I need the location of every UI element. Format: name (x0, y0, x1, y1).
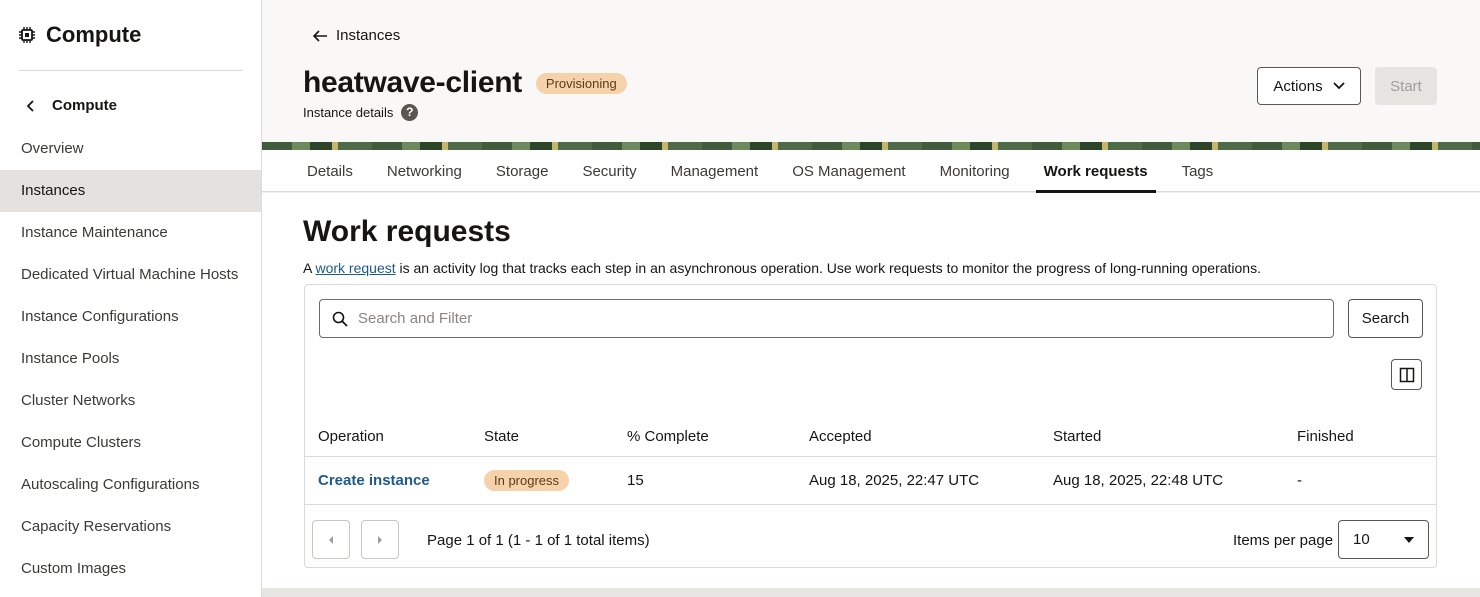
arrow-left-icon (312, 29, 327, 42)
sidebar-item-cluster-networks[interactable]: Cluster Networks (0, 380, 261, 422)
pagination: Page 1 of 1 (1 - 1 of 1 total items) Ite… (305, 520, 1436, 560)
sidebar-item-instance-configurations[interactable]: Instance Configurations (0, 296, 261, 338)
tab-management[interactable]: Management (663, 150, 767, 192)
actions-label: Actions (1273, 77, 1323, 95)
sidebar-back-label: Compute (52, 97, 117, 114)
caret-down-icon (1404, 536, 1414, 543)
brand-title: Compute (46, 22, 142, 47)
breadcrumb[interactable]: Instances (312, 27, 400, 44)
tab-os-management[interactable]: OS Management (784, 150, 913, 192)
work-requests-table: Operation State % Complete Accepted Star… (305, 416, 1436, 505)
prev-page-button[interactable] (312, 520, 350, 559)
accepted-cell: Aug 18, 2025, 22:47 UTC (809, 472, 980, 489)
caret-right-icon (378, 535, 382, 544)
finished-cell: - (1297, 472, 1302, 489)
sidebar-item-autoscaling-configurations[interactable]: Autoscaling Configurations (0, 464, 261, 506)
tab-networking[interactable]: Networking (379, 150, 470, 192)
sidebar: Compute Compute Overview Instances Insta… (0, 0, 262, 597)
page-info: Page 1 of 1 (1 - 1 of 1 total items) (427, 532, 650, 549)
title-row: heatwave-client Provisioning (303, 66, 627, 100)
section-title: Work requests (303, 215, 511, 248)
col-percent-complete[interactable]: % Complete (614, 428, 796, 445)
sidebar-item-instance-pools[interactable]: Instance Pools (0, 338, 261, 380)
table-row: Create instance In progress 15 Aug 18, 2… (305, 457, 1436, 505)
started-cell: Aug 18, 2025, 22:48 UTC (1053, 472, 1224, 489)
tab-bar: Details Networking Storage Security Mana… (262, 150, 1480, 193)
divider (18, 70, 243, 71)
page-subtitle: Instance details ? (303, 104, 419, 121)
tab-details[interactable]: Details (299, 150, 361, 192)
sidebar-item-compute-clusters[interactable]: Compute Clusters (0, 422, 261, 464)
sidebar-item-capacity-reservations[interactable]: Capacity Reservations (0, 506, 261, 548)
brand: Compute (18, 22, 141, 48)
start-button[interactable]: Start (1375, 67, 1437, 105)
chevron-left-icon (26, 99, 34, 112)
tab-tags[interactable]: Tags (1174, 150, 1222, 192)
percent-complete-cell: 15 (627, 472, 644, 489)
tab-storage[interactable]: Storage (488, 150, 557, 192)
sidebar-item-custom-images[interactable]: Custom Images (0, 548, 261, 590)
section-description: A work request is an activity log that t… (303, 260, 1261, 276)
next-page-button[interactable] (361, 520, 399, 559)
sidebar-back-link[interactable]: Compute (26, 97, 117, 114)
tab-security[interactable]: Security (574, 150, 644, 192)
work-requests-card: Search Operation State % Complete Accept… (304, 284, 1437, 568)
subtitle-text: Instance details (303, 105, 394, 120)
search-icon (332, 311, 348, 327)
tab-work-requests[interactable]: Work requests (1035, 150, 1156, 193)
operation-link[interactable]: Create instance (318, 472, 430, 489)
tab-monitoring[interactable]: Monitoring (932, 150, 1018, 192)
search-button[interactable]: Search (1348, 299, 1423, 338)
sidebar-item-instance-maintenance[interactable]: Instance Maintenance (0, 212, 261, 254)
caret-left-icon (329, 535, 333, 544)
status-badge: Provisioning (535, 72, 627, 94)
footer-strip (262, 588, 1480, 597)
main-content: Work requests A work request is an activ… (262, 193, 1480, 588)
chevron-down-icon (1332, 82, 1345, 90)
breadcrumb-label: Instances (336, 27, 401, 44)
search-input[interactable] (358, 310, 1308, 327)
work-request-link[interactable]: work request (315, 260, 395, 276)
page-header: Instances heatwave-client Provisioning I… (262, 0, 1480, 142)
col-operation[interactable]: Operation (305, 428, 471, 445)
col-state[interactable]: State (471, 428, 614, 445)
desc-prefix: A (303, 260, 316, 276)
sidebar-item-dedicated-vm-hosts[interactable]: Dedicated Virtual Machine Hosts (0, 254, 261, 296)
decorative-banner (262, 142, 1480, 150)
help-icon[interactable]: ? (401, 104, 419, 121)
sidebar-item-overview[interactable]: Overview (0, 128, 261, 170)
chip-icon (19, 27, 35, 43)
sidebar-nav: Overview Instances Instance Maintenance … (0, 128, 261, 590)
items-per-page-label: Items per page (1233, 532, 1334, 549)
page-title: heatwave-client (303, 66, 522, 99)
search-field[interactable] (319, 299, 1334, 338)
sidebar-item-instances[interactable]: Instances (0, 170, 261, 212)
col-accepted[interactable]: Accepted (796, 428, 1040, 445)
col-finished[interactable]: Finished (1284, 428, 1436, 445)
columns-icon (1399, 367, 1414, 382)
state-badge: In progress (484, 470, 570, 491)
items-per-page-value: 10 (1353, 531, 1370, 548)
actions-button[interactable]: Actions (1257, 67, 1361, 105)
items-per-page-select[interactable]: 10 (1338, 520, 1429, 559)
desc-suffix: is an activity log that tracks each step… (395, 260, 1261, 276)
col-started[interactable]: Started (1040, 428, 1284, 445)
column-settings-button[interactable] (1391, 359, 1422, 390)
table-header: Operation State % Complete Accepted Star… (305, 416, 1436, 457)
